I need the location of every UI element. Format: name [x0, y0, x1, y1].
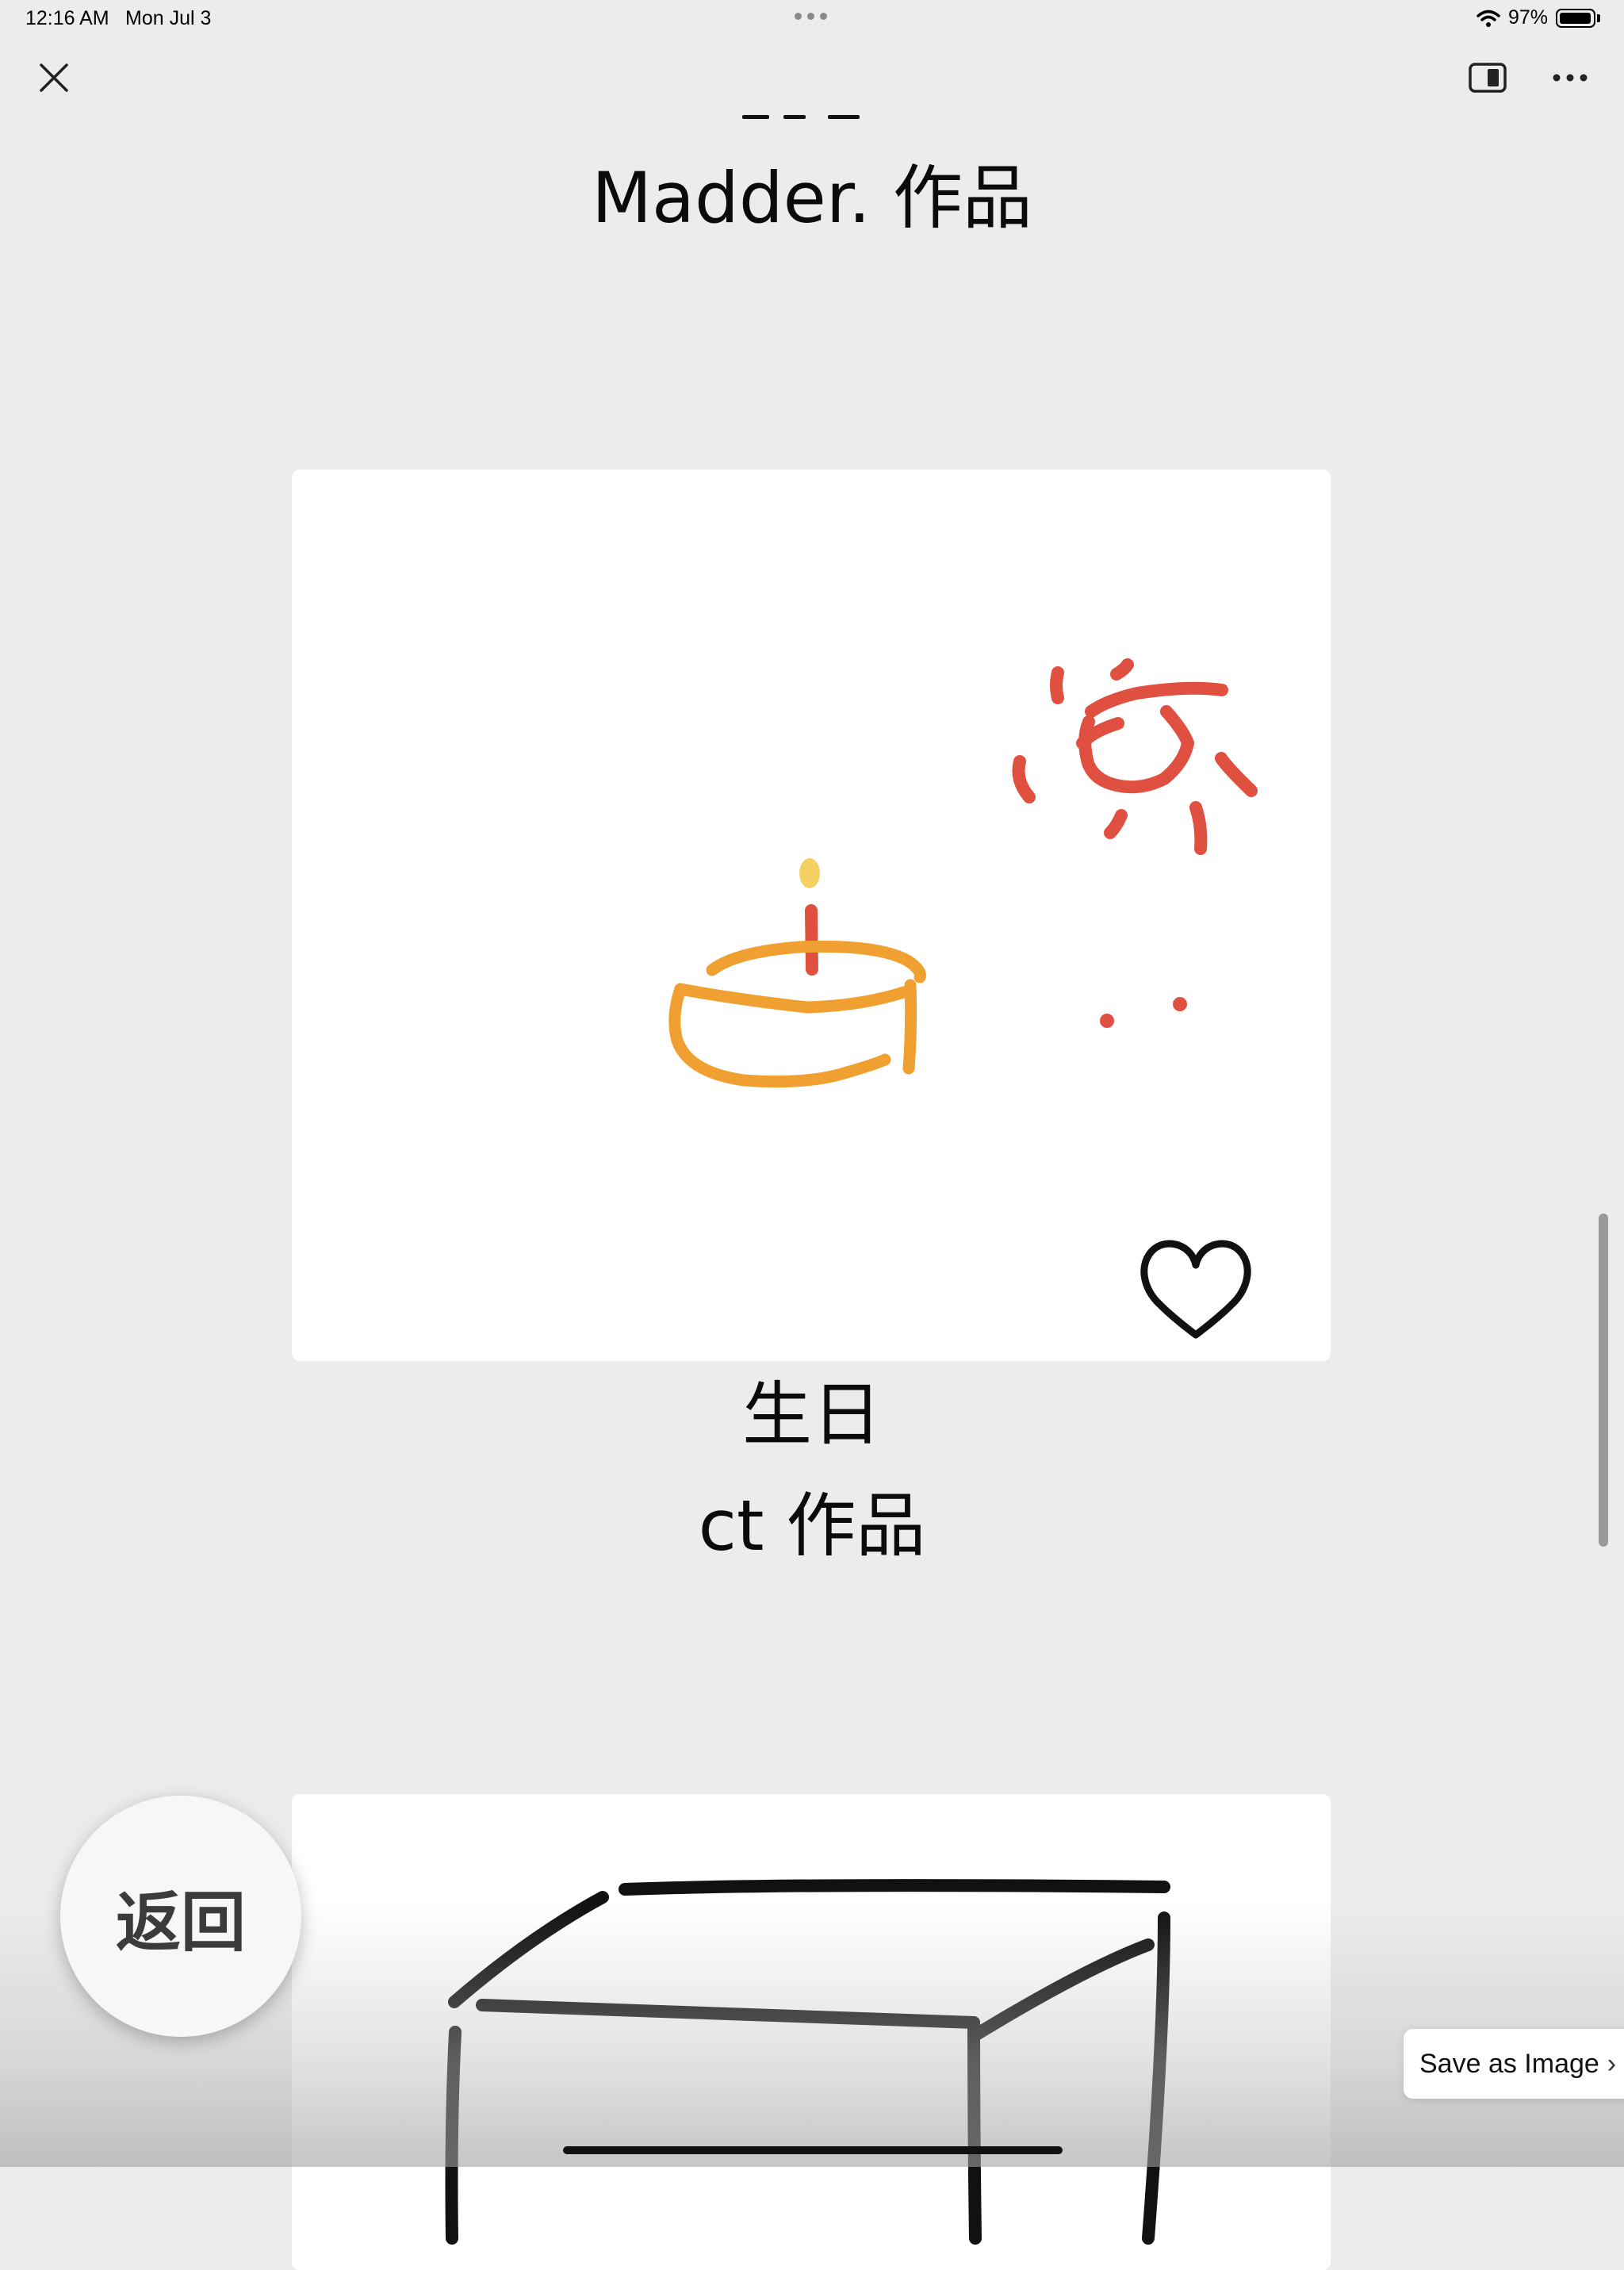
sun-drawing — [1012, 658, 1258, 855]
more-icon — [1553, 74, 1588, 82]
split-view-button[interactable] — [1465, 59, 1510, 97]
artwork-title: 生日 — [741, 1374, 882, 1455]
battery-icon — [1556, 8, 1595, 28]
home-indicator[interactable] — [563, 2146, 1063, 2154]
status-bar: 12:16 AM Mon Jul 3 97% — [0, 0, 1624, 38]
like-button[interactable] — [1136, 1233, 1255, 1340]
artwork-card[interactable] — [292, 470, 1331, 1361]
flame-drawing — [799, 858, 820, 888]
close-icon — [40, 63, 68, 92]
split-view-icon — [1469, 63, 1507, 93]
status-time: 12:16 AM — [25, 7, 109, 29]
box-drawing — [445, 1879, 1170, 2245]
artwork-card-next[interactable] — [292, 1794, 1331, 2270]
battery-tip — [1597, 13, 1600, 22]
cake-drawing — [668, 940, 926, 1088]
chevron-right-icon: › — [1607, 2048, 1617, 2079]
save-as-image-label: Save as Image — [1419, 2048, 1599, 2079]
previous-artwork-artist: Madder. 作品 — [592, 157, 1032, 239]
status-date: Mon Jul 3 — [125, 7, 212, 29]
wifi-icon — [1477, 10, 1500, 27]
heart-outline-icon — [1140, 1240, 1251, 1339]
more-button[interactable] — [1548, 59, 1592, 97]
battery-percent: 97% — [1507, 6, 1548, 29]
artwork-drawing — [668, 658, 1258, 1088]
close-button[interactable] — [32, 56, 76, 100]
save-as-image-button[interactable]: Save as Image › — [1404, 2029, 1624, 2099]
artwork-artist: ct 作品 — [698, 1485, 926, 1566]
status-right: 97% — [1477, 6, 1600, 29]
battery-fill — [1560, 12, 1591, 24]
candle-drawing — [805, 904, 818, 976]
clipped-previous-title — [733, 95, 891, 122]
multitasking-dots-icon[interactable] — [795, 13, 827, 20]
back-button[interactable]: 返回 — [60, 1796, 301, 2037]
scrollbar[interactable] — [1599, 1214, 1608, 1547]
